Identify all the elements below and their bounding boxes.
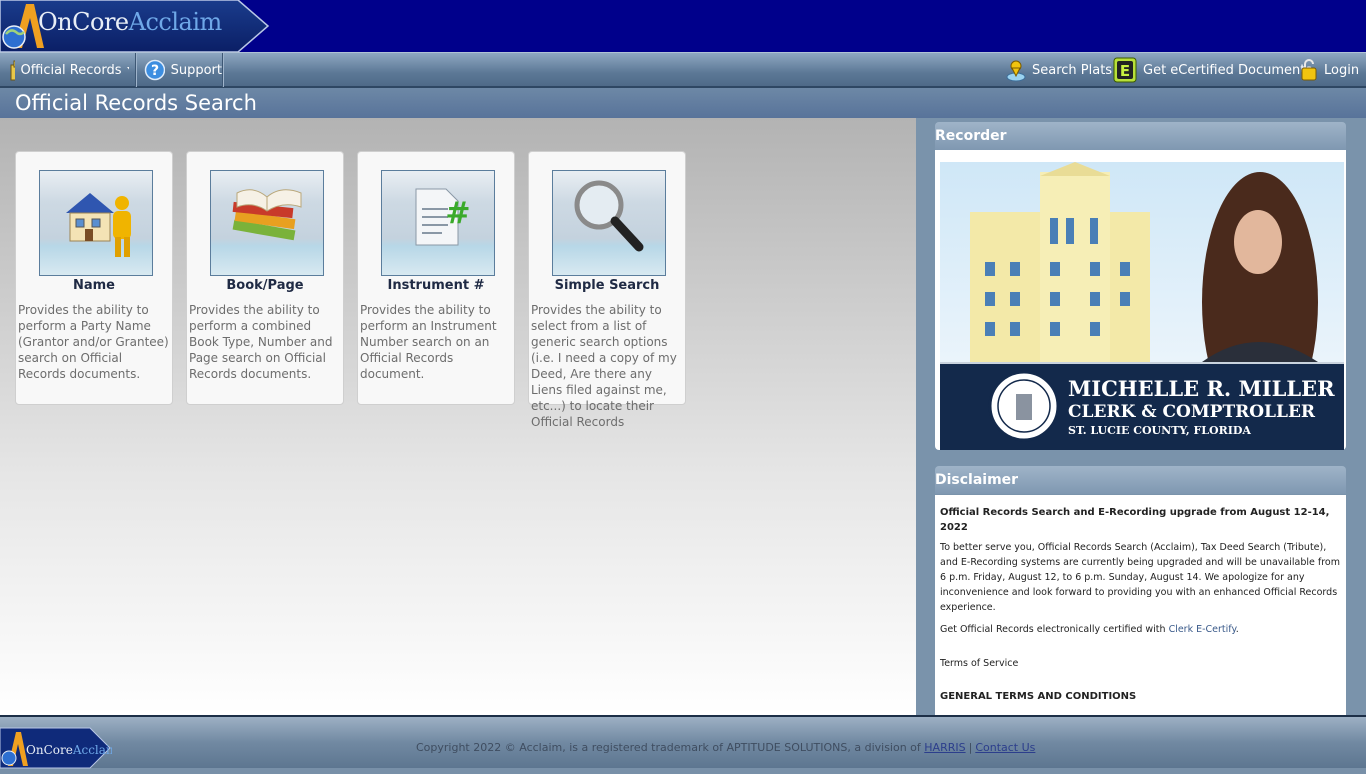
clerk-banner-image: MICHELLE R. MILLER CLERK & COMPTROLLER S… (940, 162, 1344, 450)
page-title: Official Records Search (15, 91, 257, 115)
svg-text:#: # (445, 196, 470, 231)
nav-official-records-label: Official Records (20, 62, 122, 78)
svg-text:E: E (1120, 62, 1130, 80)
recorder-panel: MICHELLE R. MILLER CLERK & COMPTROLLER S… (935, 150, 1346, 450)
banner-county: ST. LUCIE COUNTY, FLORIDA (1068, 424, 1251, 437)
book-page-search-icon-box[interactable] (210, 170, 324, 276)
nav-support[interactable]: ? Support (136, 53, 223, 87)
nav-search-plats[interactable]: Search Plats (1006, 53, 1112, 87)
card-title-book-page[interactable]: Book/Page (187, 278, 343, 293)
ecertify-e-icon: E (1113, 57, 1137, 83)
recorder-panel-header: Recorder (935, 122, 1346, 150)
page-title-bar: Official Records Search (0, 88, 1366, 118)
house-person-icon (66, 193, 131, 257)
contact-us-link[interactable]: Contact Us (975, 741, 1035, 754)
disclaimer-panel-header: Disclaimer (935, 466, 1346, 494)
logo-text: OnCoreAcclaim (38, 8, 222, 36)
logo-text-oncore: OnCore (38, 8, 129, 36)
copyright-label: Copyright 2022 © Acclaim, is a registere… (416, 741, 925, 754)
help-icon: ? (144, 59, 165, 81)
map-pin-icon (1006, 60, 1026, 82)
card-title-name[interactable]: Name (16, 278, 172, 293)
official-records-icon (10, 60, 15, 81)
ecertify-prefix: Get Official Records electronically cert… (940, 624, 1169, 635)
search-card-name[interactable]: Name Provides the ability to perform a P… (15, 151, 173, 405)
svg-text:?: ? (151, 63, 159, 79)
oncore-acclaim-logo[interactable]: OnCoreAcclaim (0, 0, 270, 52)
disclaimer-panel: Official Records Search and E-Recording … (935, 495, 1346, 715)
logo-text-acclaim: Acclaim (128, 8, 223, 36)
footer: OnCoreAcclaim Copyright 2022 © Acclaim, … (0, 715, 1366, 770)
nav-ecertified-label: Get eCertified Documents (1143, 62, 1313, 78)
right-sidebar: Recorder MICHELLE R. MILLER CLERK & COMP… (916, 118, 1366, 715)
ecertify-suffix: . (1235, 624, 1239, 635)
disclaimer-body: To better serve you, Official Records Se… (940, 542, 1340, 613)
padlock-icon (1301, 59, 1317, 81)
nav-ecertified-documents[interactable]: E Get eCertified Documents (1113, 53, 1312, 87)
harris-link[interactable]: HARRIS (924, 741, 965, 754)
card-title-simple-search[interactable]: Simple Search (529, 278, 685, 293)
card-desc-name: Provides the ability to perform a Party … (18, 303, 169, 381)
disclaimer-heading: Official Records Search and E-Recording … (940, 507, 1330, 533)
document-hash-icon: # (415, 188, 471, 246)
disclaimer-panel-title: Disclaimer (935, 472, 1019, 488)
search-card-simple-search[interactable]: Simple Search Provides the ability to se… (528, 151, 686, 429)
nav-search-plats-label: Search Plats (1032, 62, 1113, 78)
name-search-icon-box[interactable] (39, 170, 153, 276)
footer-logo[interactable]: OnCoreAcclaim (0, 726, 122, 770)
nav-official-records-menu[interactable]: Official Records (0, 53, 136, 87)
banner-name: MICHELLE R. MILLER (1068, 376, 1335, 401)
search-card-book-page[interactable]: Book/Page Provides the ability to perfor… (186, 151, 344, 405)
nav-support-label: Support (170, 62, 222, 78)
chevron-down-icon (127, 67, 129, 69)
books-icon (232, 189, 302, 241)
header: OnCoreAcclaim (0, 0, 1366, 52)
nav-bar: Official Records ? Support Search Plats … (0, 52, 1366, 88)
search-options-area: Name Provides the ability to perform a P… (0, 118, 916, 715)
nav-login[interactable]: Login (1300, 53, 1359, 87)
ecertify-line: Get Official Records electronically cert… (940, 622, 1342, 637)
clerk-ecertify-link[interactable]: Clerk E-Certify (1169, 624, 1236, 635)
card-desc-book-page: Provides the ability to perform a combin… (189, 303, 333, 381)
instrument-search-icon-box[interactable]: # (381, 170, 495, 276)
card-desc-simple-search: Provides the ability to select from a li… (531, 303, 677, 429)
terms-of-service-link[interactable]: Terms of Service (940, 656, 1342, 671)
card-desc-instrument: Provides the ability to perform an Instr… (360, 303, 497, 381)
footer-separator: | (968, 741, 973, 754)
magnifying-glass-icon (574, 180, 644, 252)
footer-logo-shape: OnCoreAcclaim (0, 727, 122, 769)
recorder-panel-title: Recorder (935, 128, 1007, 144)
search-card-instrument[interactable]: # Instrument # Provides the ability to p… (357, 151, 515, 405)
banner-role: CLERK & COMPTROLLER (1068, 402, 1316, 422)
general-terms-heading: GENERAL TERMS AND CONDITIONS (940, 691, 1137, 702)
simple-search-icon-box[interactable] (552, 170, 666, 276)
nav-login-label: Login (1324, 62, 1360, 78)
footer-logo-text: OnCoreAcclaim (26, 743, 112, 757)
card-title-instrument[interactable]: Instrument # (358, 278, 514, 293)
copyright-text: Copyright 2022 © Acclaim, is a registere… (416, 741, 1035, 754)
